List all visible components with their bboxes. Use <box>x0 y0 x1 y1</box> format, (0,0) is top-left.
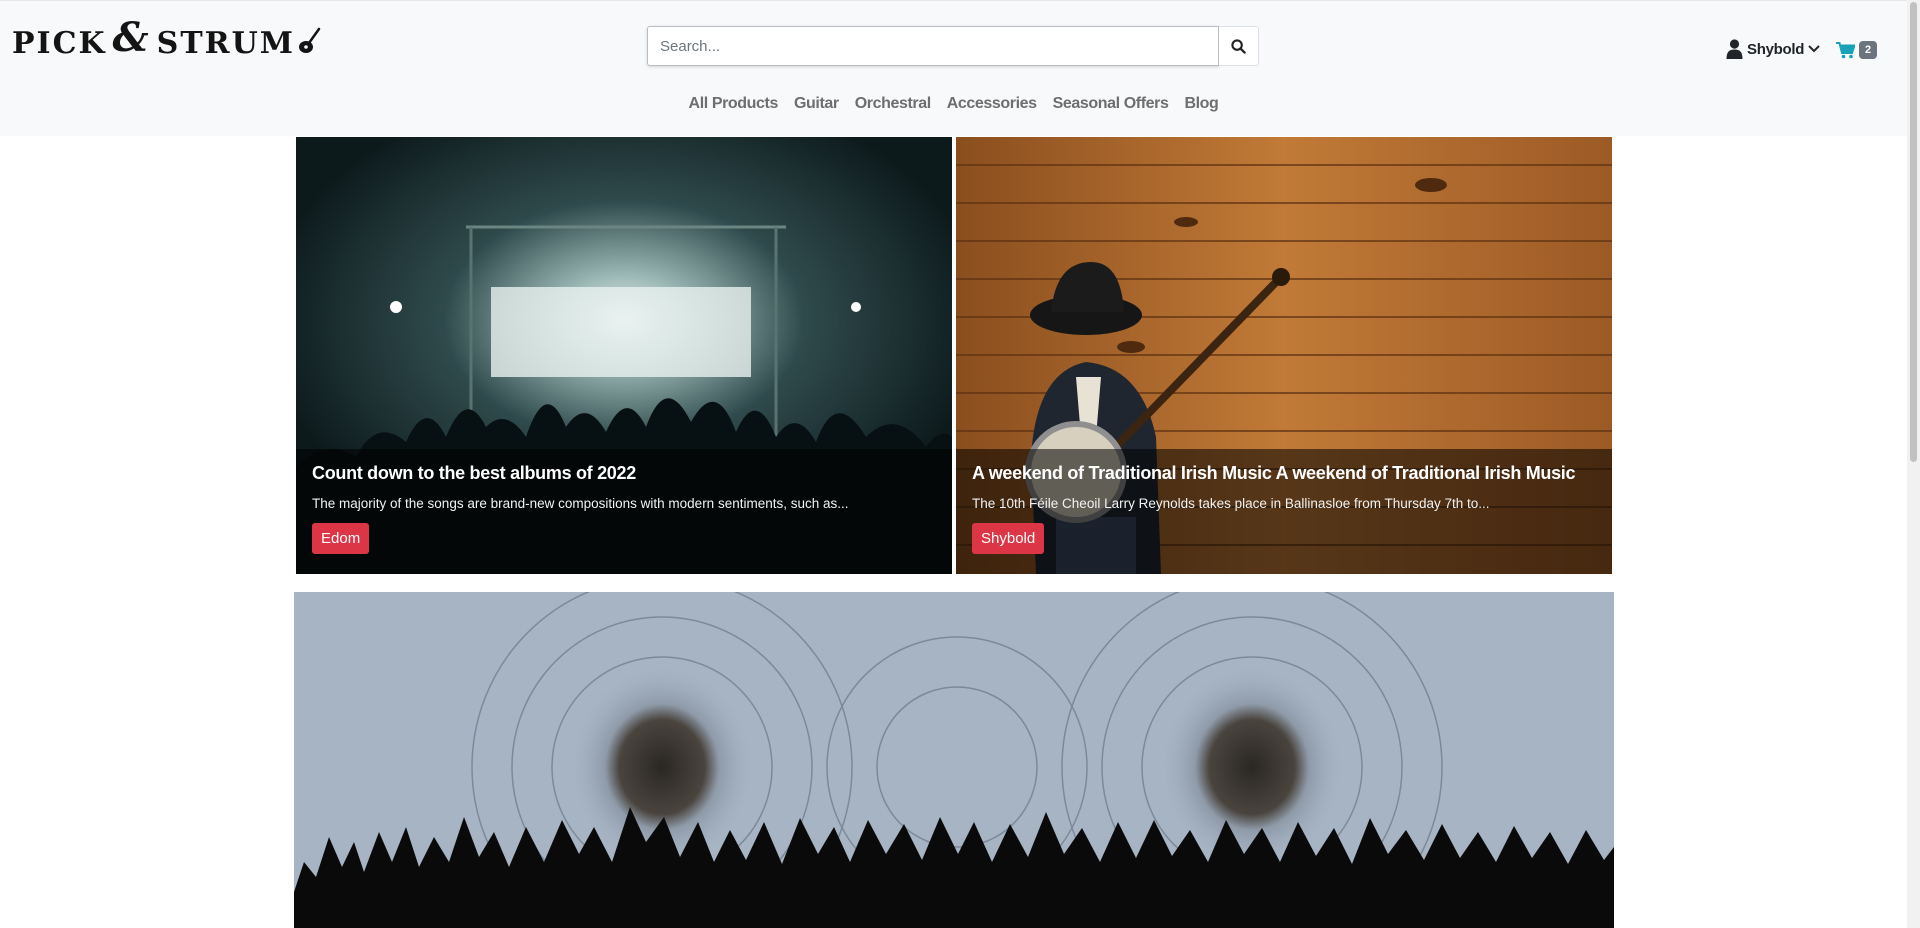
crowd-banner-image <box>294 592 1614 928</box>
brand-ampersand: & <box>112 13 151 61</box>
cart-count-badge: 2 <box>1859 41 1878 59</box>
post-excerpt: The 10th Féile Cheoil Larry Reynolds tak… <box>972 496 1490 511</box>
post-title[interactable]: A weekend of Traditional Irish Music A w… <box>972 463 1596 484</box>
nav-blog[interactable]: Blog <box>1184 95 1218 113</box>
search-button[interactable] <box>1219 26 1259 66</box>
search-input[interactable] <box>647 26 1219 66</box>
guitar-logo-icon <box>298 27 321 53</box>
author-badge[interactable]: Shybold <box>972 523 1045 554</box>
blog-card[interactable]: A weekend of Traditional Irish Music A w… <box>956 137 1612 574</box>
brand-logo[interactable]: PICK & STRUM <box>12 14 321 67</box>
site-header: PICK & STRUM Shybold <box>0 0 1907 136</box>
user-icon <box>1726 39 1743 59</box>
featured-posts: Count down to the best albums of 2022 Th… <box>296 137 1612 574</box>
main-nav: All Products Guitar Orchestral Accessori… <box>0 95 1907 113</box>
brand-name-part1: PICK <box>12 25 107 61</box>
search-form <box>647 26 1259 66</box>
post-excerpt: The majority of the songs are brand-new … <box>312 496 849 511</box>
nav-guitar[interactable]: Guitar <box>794 95 839 113</box>
blog-card[interactable]: Count down to the best albums of 2022 Th… <box>296 137 952 574</box>
nav-all-products[interactable]: All Products <box>689 95 779 113</box>
promo-banner <box>294 592 1614 928</box>
brand-name-part2: STRUM <box>156 25 295 61</box>
card-caption: Count down to the best albums of 2022 Th… <box>296 449 952 574</box>
chevron-down-icon <box>1808 45 1820 53</box>
cart-icon <box>1836 41 1855 58</box>
nav-accessories[interactable]: Accessories <box>947 95 1037 113</box>
nav-orchestral[interactable]: Orchestral <box>855 95 931 113</box>
page-scrollbar[interactable] <box>1907 0 1920 928</box>
search-icon <box>1231 38 1246 54</box>
user-dropdown[interactable]: Shybold <box>1726 37 1820 61</box>
post-title[interactable]: Count down to the best albums of 2022 <box>312 463 936 484</box>
nav-seasonal-offers[interactable]: Seasonal Offers <box>1053 95 1169 113</box>
user-name: Shybold <box>1747 40 1805 58</box>
scrollbar-thumb[interactable] <box>1910 2 1917 462</box>
author-badge[interactable]: Edom <box>312 523 370 554</box>
card-caption: A weekend of Traditional Irish Music A w… <box>956 449 1612 574</box>
cart-button[interactable]: 2 <box>1836 39 1878 61</box>
